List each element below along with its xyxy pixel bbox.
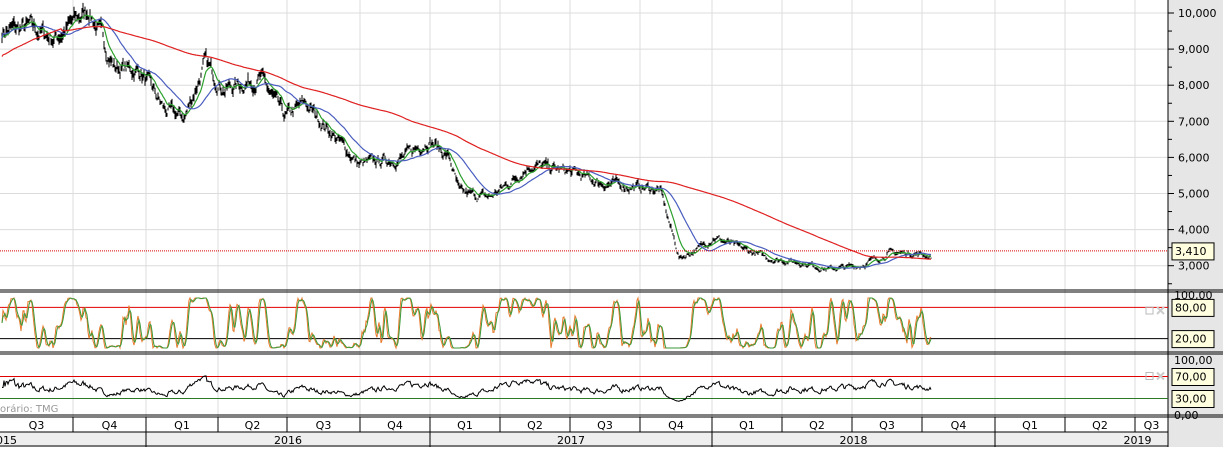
medium-moving-average (1, 18, 932, 269)
stochastic-level-label: 20,00 (1175, 333, 1207, 346)
price-tick-label: 4,000 (1178, 224, 1210, 237)
price-tick-label: 9,000 (1178, 43, 1210, 56)
quarter-label: Q3 (29, 419, 45, 432)
quarter-label: Q1 (1022, 419, 1038, 432)
rsi-tick-label: 100,00 (1174, 354, 1213, 367)
price-tick-label: 10,000 (1178, 7, 1217, 20)
quarter-label: Q1 (457, 419, 473, 432)
quarter-label: Q3 (597, 419, 613, 432)
year-label: 2019 (1124, 434, 1152, 447)
price-tick-label: 5,000 (1178, 188, 1210, 201)
maximize-panel-icon (1145, 306, 1154, 315)
quarter-label: Q4 (951, 419, 967, 432)
price-tick-label: 3,000 (1178, 260, 1210, 273)
quarter-label: Q1 (174, 419, 190, 432)
rsi-level-label: 30,00 (1175, 393, 1207, 406)
source-label: orário: TMG (0, 404, 59, 415)
rsi-tick-label: 0,00 (1174, 409, 1199, 422)
stochastic-level-label: 80,00 (1175, 301, 1207, 314)
price-tick-label: 6,000 (1178, 151, 1210, 164)
quarter-label: Q4 (102, 419, 118, 432)
quarter-label: Q2 (527, 419, 543, 432)
close-panel-icon (1156, 306, 1165, 315)
long-moving-average (1, 26, 932, 260)
quarter-label: Q2 (809, 419, 825, 432)
chart-window: 10,000 9,000 8,000 7,000 6,000 5,000 4,000 3,00… (0, 0, 1223, 447)
quarter-label: Q3 (316, 419, 332, 432)
year-label: 2018 (840, 434, 868, 447)
quarter-label: Q4 (387, 419, 403, 432)
rsi-level-label: 70,00 (1175, 371, 1207, 384)
quarter-label: Q4 (668, 419, 684, 432)
year-label: 2016 (274, 434, 302, 447)
price-tick-label: 8,000 (1178, 79, 1210, 92)
year-label: 2015 (0, 434, 17, 447)
chart-canvas[interactable]: 10,000 9,000 8,000 7,000 6,000 5,000 4,000 3,00… (0, 0, 1223, 447)
quarter-label: Q3 (1144, 419, 1160, 432)
quarter-label: Q2 (245, 419, 261, 432)
price-tick-label: 7,000 (1178, 115, 1210, 128)
rsi-line (2, 375, 932, 402)
stochastic-k-line (1, 296, 932, 350)
quarter-label: Q3 (879, 419, 895, 432)
last-price-label: 3,410 (1175, 245, 1207, 258)
year-label: 2017 (557, 434, 585, 447)
quarter-label: Q1 (739, 419, 755, 432)
quarter-label: Q2 (1092, 419, 1108, 432)
